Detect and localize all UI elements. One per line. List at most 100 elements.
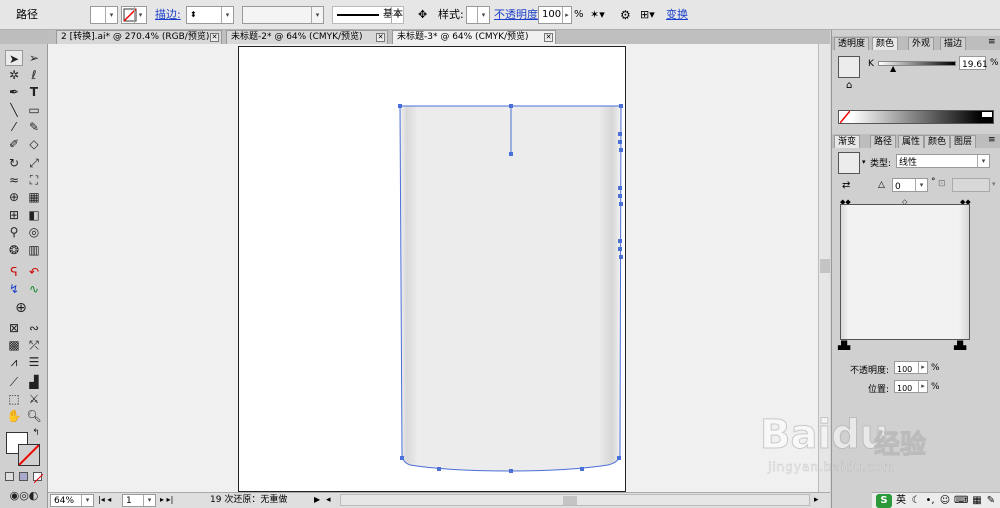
paintbrush-tool-icon[interactable]: ⁄ — [5, 119, 23, 135]
artboard-tool-icon[interactable]: ⬚ — [5, 391, 23, 407]
swap-colors-icon[interactable]: ↰ — [30, 428, 42, 438]
gradient-menu-icon[interactable]: ▾ — [862, 158, 866, 166]
skin-icon[interactable]: ▦ — [970, 494, 984, 508]
direct-selection-tool-icon[interactable]: ➢ — [25, 50, 43, 66]
warp-wave-tool-icon[interactable]: ∾ — [25, 320, 43, 336]
pencil-tool-icon[interactable]: ✎ — [25, 119, 43, 135]
k-slider-thumb[interactable]: ▲ — [890, 64, 896, 73]
recolor-icon[interactable]: ✶▾ — [590, 6, 612, 24]
stroke-link[interactable]: 描边: — [155, 6, 181, 24]
free-transform-tool-icon[interactable]: ⛶ — [25, 172, 43, 188]
tab-pathfinder[interactable]: 路径 — [870, 135, 897, 148]
gradient-tool-icon[interactable]: ◧ — [25, 207, 43, 223]
punctuation-icon[interactable]: •, — [924, 494, 936, 508]
color-preview-swatch[interactable] — [838, 56, 860, 78]
rectangle-tool-icon[interactable]: ▭ — [25, 102, 43, 118]
stroke-weight-input[interactable]: ⬍ ▾ — [186, 6, 234, 24]
mesh-tool-icon[interactable]: ⊞ — [5, 207, 23, 223]
scroll-left-icon[interactable]: ◂ — [326, 494, 331, 507]
tab-swatches[interactable]: 颜色 — [924, 135, 951, 148]
stroke-swatch[interactable]: ▾ — [121, 6, 147, 24]
sogou-icon[interactable]: S — [876, 494, 892, 508]
zigzag-tool-icon[interactable]: ⩘ — [5, 354, 23, 370]
rotate-tool-icon[interactable]: ↻ — [5, 155, 23, 171]
perspective-grid-tool-icon[interactable]: ▦ — [25, 189, 43, 205]
red-path-tool-icon[interactable]: ᕋ — [5, 264, 23, 280]
slice-tool-icon[interactable]: ⟋ — [5, 374, 23, 390]
column-graph-tool-icon[interactable]: ▥ — [25, 242, 43, 258]
k-value-input[interactable]: 19.61 — [959, 56, 988, 70]
wrench-icon[interactable]: ✎ — [984, 494, 998, 508]
gear-icon[interactable]: ⚙ — [620, 6, 634, 24]
tab-document-3[interactable]: 未标题-3* @ 64% (CMYK/预览) ✕ — [392, 30, 556, 44]
green-wave-tool-icon[interactable]: ∿ — [25, 281, 43, 297]
globe-tool-icon[interactable]: ⊕ — [12, 300, 30, 316]
gradient-type-dropdown[interactable]: 线性 ▾ — [896, 154, 990, 168]
close-icon[interactable]: ✕ — [544, 33, 553, 42]
stroke-color-box[interactable] — [18, 444, 40, 466]
tab-gradient[interactable]: 渐变 — [834, 135, 861, 148]
fill-swatch[interactable]: ▾ — [90, 6, 118, 24]
gradient-slider[interactable] — [840, 204, 970, 340]
ime-language[interactable]: 英 — [894, 494, 908, 508]
symbol-sprayer-tool-icon[interactable]: ❂ — [5, 242, 23, 258]
gradient-stop[interactable]: ▟▙ — [838, 341, 850, 350]
gradient-stop[interactable]: ▟▙ — [954, 341, 966, 350]
shape-builder-tool-icon[interactable]: ⊕ — [5, 189, 23, 205]
white-swatch[interactable] — [982, 112, 992, 117]
close-icon[interactable]: ✕ — [376, 33, 385, 42]
selected-path[interactable] — [48, 44, 818, 492]
scroll-right-icon[interactable]: ▸ — [814, 494, 819, 507]
stop-opacity-input[interactable]: 100 ▸ — [894, 361, 928, 374]
none-mode-icon[interactable] — [33, 472, 44, 484]
twist-tool-icon[interactable]: ⤱ — [25, 337, 43, 353]
graphic-style-dropdown[interactable]: ▾ — [466, 6, 490, 24]
brush-dropdown[interactable]: 基本 ▾ — [332, 6, 404, 24]
scrollbar-thumb[interactable] — [563, 496, 577, 505]
smile-icon[interactable]: ☺ — [938, 494, 952, 508]
keyboard-icon[interactable]: ⌨ — [954, 494, 968, 508]
blob-brush-tool-icon[interactable]: ✐ — [5, 136, 23, 152]
list-tool-icon[interactable]: ☰ — [25, 354, 43, 370]
magic-wand-tool-icon[interactable]: ✲ — [5, 67, 23, 83]
angle-input[interactable]: 0 ▾ — [892, 178, 928, 192]
canvas-area[interactable] — [48, 44, 818, 492]
red-curve-tool-icon[interactable]: ↶ — [25, 264, 43, 280]
scale-tool-icon[interactable]: ⤢ — [25, 155, 43, 171]
brush-options-icon[interactable]: ✥ — [418, 6, 434, 24]
stop-location-input[interactable]: 100 ▸ — [894, 380, 928, 393]
opacity-input[interactable]: 100 ▸ — [538, 6, 572, 24]
vertical-scrollbar[interactable] — [818, 44, 830, 492]
zoom-dropdown[interactable]: 64% ▾ — [50, 494, 94, 507]
out-of-gamut-icon[interactable]: ⌂ — [846, 80, 852, 91]
pen-tool-icon[interactable]: ✒ — [5, 84, 23, 100]
color-spectrum[interactable] — [838, 110, 994, 124]
tab-stroke[interactable]: 描边 — [940, 37, 967, 50]
hand-tool-icon[interactable]: ✋ — [5, 408, 23, 424]
moon-icon[interactable]: ☾ — [910, 494, 922, 508]
selection-tool-icon[interactable]: ➤ — [5, 50, 23, 66]
opacity-link[interactable]: 不透明度: — [494, 6, 542, 24]
variable-width-dropdown[interactable]: ▾ — [242, 6, 324, 24]
tab-document-2[interactable]: 未标题-2* @ 64% (CMYK/预览) ✕ — [226, 30, 388, 44]
tab-document-1[interactable]: 2 [转换].ai* @ 270.4% (RGB/预览) ✕ — [56, 30, 222, 44]
panel-menu-icon[interactable]: ≡ — [988, 37, 996, 47]
color-mode-icon[interactable] — [5, 472, 14, 481]
reverse-gradient-icon[interactable]: ⇄ — [842, 180, 850, 191]
gradient-preview-swatch[interactable] — [838, 152, 860, 174]
tab-appearance[interactable]: 外观 — [908, 37, 935, 50]
grid-tool-icon[interactable]: ▩ — [5, 337, 23, 353]
blue-path-tool-icon[interactable]: ↯ — [5, 281, 23, 297]
transform-link[interactable]: 变换 — [666, 6, 688, 24]
panel-menu-icon[interactable]: ≡ — [988, 135, 996, 145]
warp-tool-icon[interactable]: ≈ — [5, 172, 23, 188]
zoom-tool-icon[interactable]: 🔍︎ — [25, 408, 43, 424]
draw-mode-icons[interactable]: ◉◎◐ — [4, 488, 44, 504]
tab-color[interactable]: 颜色 — [872, 37, 899, 50]
close-icon[interactable]: ✕ — [210, 33, 219, 42]
tab-attributes[interactable]: 属性 — [898, 135, 925, 148]
eyedropper-tool-icon[interactable]: ⚲ — [5, 224, 23, 240]
align-options-icon[interactable]: ⊞▾ — [640, 6, 662, 24]
status-menu-icon[interactable]: ▶ — [314, 494, 320, 507]
artboard-nav-next-icon[interactable]: ▸ ▸| — [160, 494, 190, 507]
